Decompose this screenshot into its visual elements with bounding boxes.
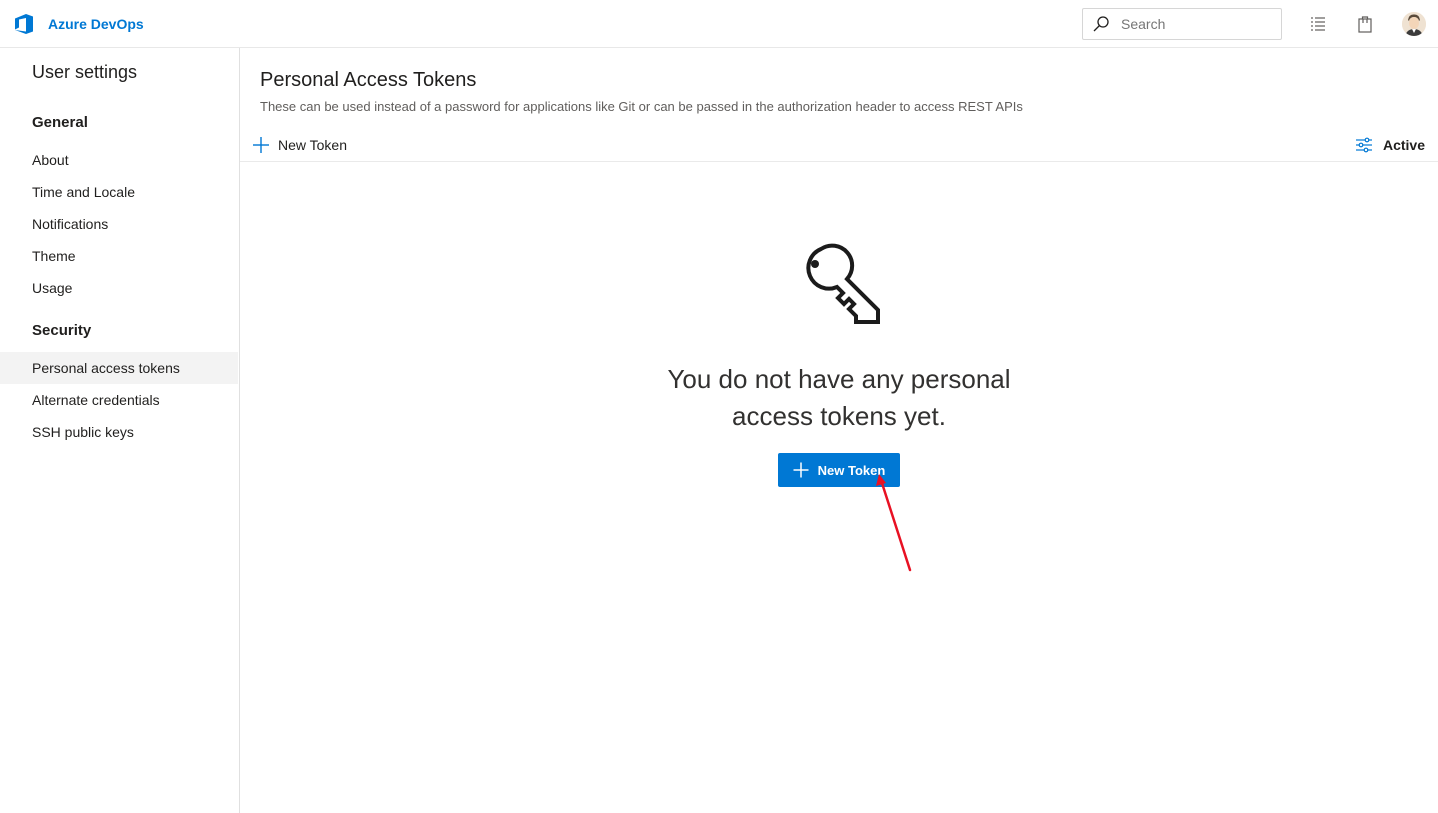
plus-icon [253,137,269,153]
active-filter-label: Active [1382,137,1425,153]
search-icon [1093,16,1109,32]
command-bar: New Token Active [240,130,1438,162]
avatar-portrait-icon [1402,12,1426,36]
empty-state-line-1: You do not have any personal [667,364,1011,394]
user-avatar[interactable] [1402,12,1426,36]
active-filter-command[interactable]: Active [1355,134,1425,156]
page-title: Personal Access Tokens [260,69,477,91]
top-bar: Azure DevOps [0,0,1438,48]
empty-state-message: You do not have any personal access toke… [639,361,1039,435]
sidebar-item-about[interactable]: About [0,144,238,176]
section-heading-general: General [32,114,88,131]
page-subtitle: These can be used instead of a password … [260,99,1023,114]
sidebar-item-usage[interactable]: Usage [0,272,238,304]
azure-devops-logo-icon [15,14,33,34]
filter-sliders-icon [1355,137,1372,153]
key-icon [806,243,880,324]
search-box[interactable] [1082,8,1282,40]
search-input[interactable] [1119,15,1273,33]
sidebar-item-personal-access-tokens[interactable]: Personal access tokens [0,352,238,384]
shopping-bag-icon[interactable] [1355,14,1375,34]
main-content: Personal Access Tokens These can be used… [240,48,1438,813]
new-token-command[interactable]: New Token [252,134,347,156]
brand[interactable]: Azure DevOps [12,12,144,36]
brand-name: Azure DevOps [48,16,144,32]
annotation-arrow-icon [876,474,912,572]
sidebar-item-ssh-public-keys[interactable]: SSH public keys [0,416,238,448]
new-token-command-label: New Token [278,137,348,153]
sidebar-item-alternate-credentials[interactable]: Alternate credentials [0,384,238,416]
plus-icon [793,462,809,478]
sidebar-title: User settings [32,62,138,82]
empty-state-line-2: access tokens yet. [732,401,946,431]
sidebar-item-notifications[interactable]: Notifications [0,208,238,240]
work-items-icon[interactable] [1308,14,1328,34]
sidebar-item-theme[interactable]: Theme [0,240,238,272]
settings-sidebar: User settings General About Time and Loc… [0,48,240,813]
sidebar-item-time-and-locale[interactable]: Time and Locale [0,176,238,208]
section-heading-security: Security [32,322,92,339]
